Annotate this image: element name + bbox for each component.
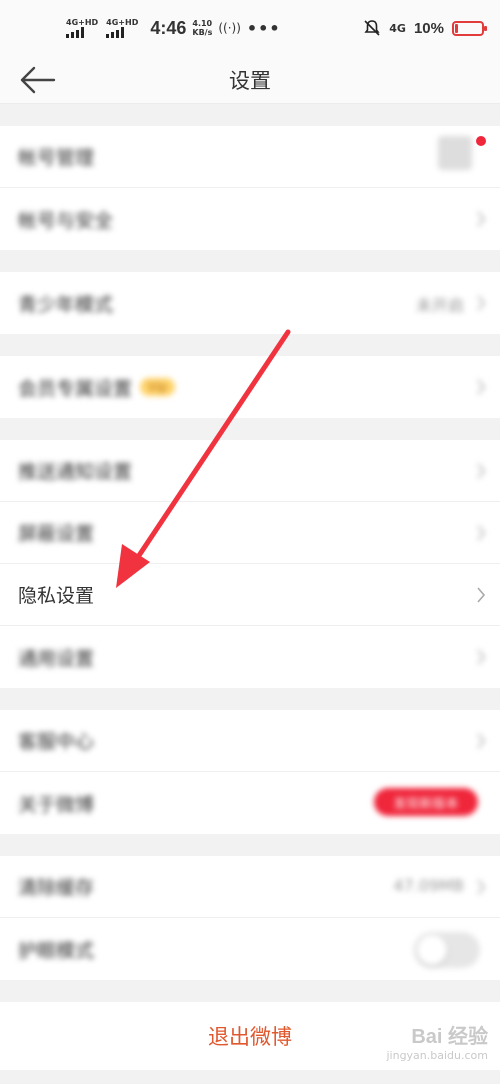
section-gap (0, 980, 500, 1002)
settings-group-teen: 青少年模式 未开启 (0, 272, 500, 334)
section-gap (0, 334, 500, 356)
settings-group-account: 帐号管理 帐号与安全 (0, 126, 500, 250)
signal-icon (66, 27, 84, 38)
settings-list: 帐号管理 帐号与安全 青少年模式 未开启 会员专属设置 Vip 推送通知设置 屏… (0, 104, 500, 1070)
settings-group-vip: 会员专属设置 Vip (0, 356, 500, 418)
signal-sim1-label: 4G+HD (66, 18, 99, 27)
section-gap (0, 418, 500, 440)
signal-sim2: 4G+HD (106, 18, 138, 38)
row-label: 屏蔽设置 (18, 523, 95, 545)
settings-row-general[interactable]: 通用设置 (0, 626, 500, 688)
row-value: 47.09MB (393, 876, 464, 895)
back-arrow-icon[interactable] (18, 62, 58, 98)
row-label: 清除缓存 (18, 877, 95, 899)
watermark-url: jingyan.baidu.com (386, 1049, 488, 1062)
row-label: 护眼模式 (18, 939, 95, 962)
settings-row-block[interactable]: 屏蔽设置 (0, 502, 500, 564)
settings-row-account-management[interactable]: 帐号管理 (0, 126, 500, 188)
settings-row-privacy[interactable]: 隐私设置 (0, 564, 500, 626)
eye-care-toggle[interactable] (414, 932, 480, 968)
section-gap (0, 250, 500, 272)
logout-label: 退出微博 (208, 1025, 292, 1049)
settings-row-vip[interactable]: 会员专属设置 Vip (0, 356, 500, 418)
avatar (438, 136, 472, 170)
watermark-title: Bai 经验 (411, 1026, 488, 1048)
network-speed: 4.10 KB/s (192, 19, 212, 37)
chevron-right-icon (477, 295, 486, 311)
settings-row-clear-cache[interactable]: 清除缓存 47.09MB (0, 856, 500, 918)
chevron-right-icon (477, 733, 486, 749)
header: 设置 (0, 56, 500, 104)
row-label: 通用设置 (18, 647, 95, 670)
chevron-right-icon (477, 587, 486, 603)
section-gap (0, 104, 500, 126)
mute-icon (364, 20, 380, 36)
settings-row-help[interactable]: 客服中心 (0, 710, 500, 772)
notification-dot (476, 136, 486, 146)
signal-sim1: 4G+HD (66, 18, 98, 38)
row-label: 会员专属设置 (18, 377, 133, 400)
status-time: 4:46 (150, 17, 187, 38)
chevron-right-icon (477, 379, 486, 395)
more-notifications: ••• (246, 18, 281, 38)
net-type: 4G (389, 21, 406, 35)
update-badge: 发现新版本 (374, 788, 478, 816)
hotspot-icon: ((·)) (218, 21, 241, 35)
speed-unit: KB/s (192, 28, 213, 37)
chevron-right-icon (477, 211, 486, 227)
chevron-right-icon (477, 525, 486, 541)
row-label: 青少年模式 (18, 293, 114, 316)
chevron-right-icon (477, 463, 486, 479)
row-label: 帐号管理 (18, 147, 95, 169)
settings-group-support: 客服中心 关于微博 发现新版本 (0, 710, 500, 834)
row-label: 客服中心 (18, 731, 95, 753)
row-value: 未开启 (415, 296, 464, 315)
chevron-right-icon (477, 879, 486, 895)
vip-badge: Vip (140, 378, 175, 396)
row-label: 隐私设置 (18, 585, 95, 607)
section-gap (0, 834, 500, 856)
row-label: 关于微博 (18, 793, 95, 816)
status-bar: 4G+HD 4G+HD 4:46 4.10 KB/s ((·)) ••• 4G … (0, 0, 500, 56)
row-label: 推送通知设置 (18, 461, 133, 483)
settings-row-push[interactable]: 推送通知设置 (0, 440, 500, 502)
settings-group-storage: 清除缓存 47.09MB 护眼模式 (0, 856, 500, 980)
section-gap (0, 688, 500, 710)
settings-row-about[interactable]: 关于微博 发现新版本 (0, 772, 500, 834)
chevron-right-icon (477, 649, 486, 665)
settings-row-eye-care[interactable]: 护眼模式 (0, 918, 500, 980)
battery-percent: 10% (413, 19, 444, 37)
settings-group-general: 推送通知设置 屏蔽设置 隐私设置 通用设置 (0, 440, 500, 688)
signal-icon (106, 27, 125, 38)
row-label: 帐号与安全 (18, 209, 114, 232)
settings-row-account-security[interactable]: 帐号与安全 (0, 188, 500, 250)
page-title: 设置 (229, 68, 271, 93)
battery-fill (455, 23, 458, 33)
settings-row-teen-mode[interactable]: 青少年模式 未开启 (0, 272, 500, 334)
watermark: Bai 经验 jingyan.baidu.com (386, 1020, 488, 1062)
speed-value: 4.10 (192, 19, 213, 28)
battery-icon (452, 20, 487, 36)
signal-sim2-label: 4G+HD (106, 18, 139, 27)
